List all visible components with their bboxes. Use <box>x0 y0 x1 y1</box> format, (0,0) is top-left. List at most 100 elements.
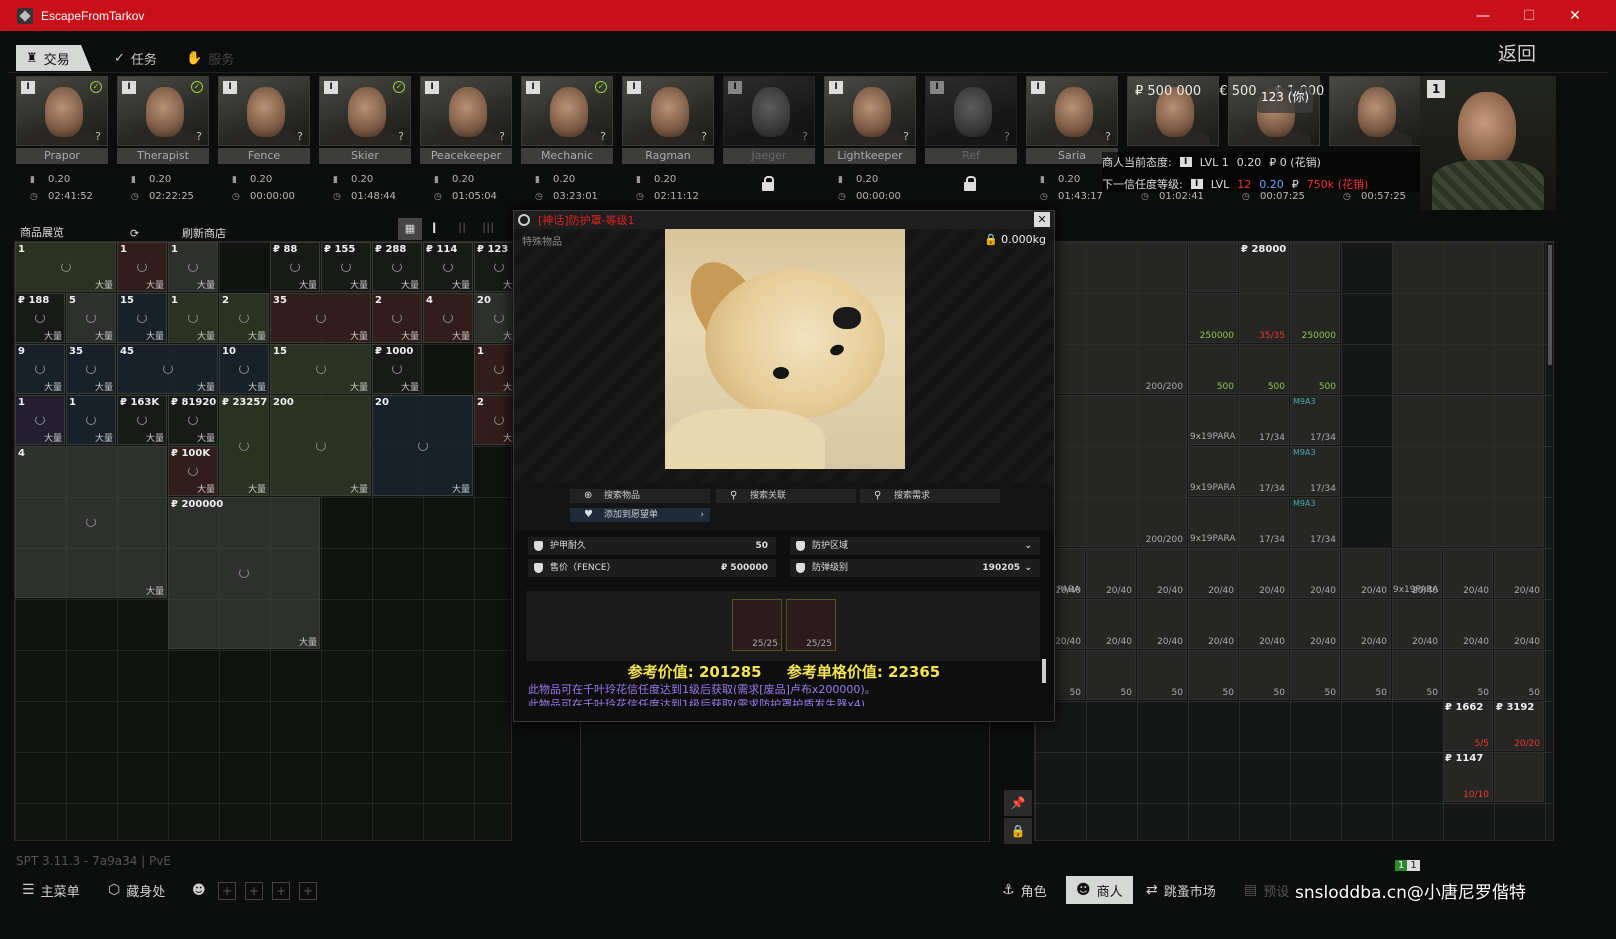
offer-item[interactable]: ₽ 88 大量 <box>270 242 320 292</box>
stash-money[interactable]: 500 <box>1290 344 1340 394</box>
search-requirements-button[interactable]: ⚲ 搜索需求 <box>860 489 1000 503</box>
player-stash-grid[interactable]: 200/200 35/35 250000 250000 500 500 500 200/200… <box>1034 241 1554 841</box>
stash-cartridge[interactable]: 50 <box>1290 650 1340 700</box>
stash-ammo-box[interactable]: 20/40 <box>1392 599 1442 649</box>
stash-cartridge[interactable]: 50 <box>1188 650 1238 700</box>
stash-ammo-box[interactable]: 20/40 <box>1341 599 1391 649</box>
add-to-wishlist-button[interactable]: ♥ 添加到愿望单 › <box>570 508 710 522</box>
offer-item[interactable]: 15 大量 <box>117 293 167 343</box>
stash-ammo-box[interactable]: 20/40 <box>1137 548 1187 598</box>
offer-item[interactable]: ₽ 188 大量 <box>15 293 65 343</box>
stash-ammo-box[interactable]: 20/40 <box>1188 599 1238 649</box>
offer-item[interactable]: 45 大量 <box>117 344 218 394</box>
offer-item[interactable]: 35 大量 <box>66 344 116 394</box>
stash-money[interactable]: 500 <box>1239 344 1289 394</box>
quick-slot[interactable]: + <box>272 882 290 900</box>
presets-button[interactable]: ▤ 预设 <box>1244 876 1289 904</box>
offer-item[interactable]: 1 大量 <box>168 293 218 343</box>
search-item-button[interactable]: ⊕ 搜索物品 <box>570 489 710 503</box>
offer-item[interactable]: 4 大量 <box>423 293 473 343</box>
maximize-button[interactable]: ☐ <box>1506 0 1552 31</box>
player-portrait[interactable]: 1 <box>1420 76 1556 210</box>
offer-item[interactable]: ₽ 81920 大量 <box>168 395 218 445</box>
offer-item[interactable]: 20 大量 <box>372 395 473 496</box>
offer-item[interactable]: 2 大量 <box>372 293 422 343</box>
stash-cartridge[interactable]: 50 <box>1086 650 1136 700</box>
description-scrollbar[interactable] <box>1042 659 1046 683</box>
stash-ammo-box[interactable]: 20/40 <box>1443 599 1493 649</box>
stash-cartridge[interactable]: 50 <box>1137 650 1187 700</box>
close-window-button[interactable]: ✕ <box>1552 0 1598 31</box>
offer-item[interactable]: 35 大量 <box>270 293 371 343</box>
stash-ammo-box[interactable]: 20/40 <box>1137 599 1187 649</box>
search-links-button[interactable]: ⚲ 搜索关联 <box>716 489 856 503</box>
stash-cartridge[interactable]: 50 <box>1392 650 1442 700</box>
offer-item[interactable]: 4 大量 <box>15 446 167 598</box>
stash-cartridge[interactable]: 50 <box>1239 650 1289 700</box>
stash-money[interactable]: 500 <box>1188 344 1238 394</box>
list-view-3-icon[interactable]: III <box>482 220 494 238</box>
trader-card-prapor[interactable]: I ✓? Prapor ▮ 0.20 ◷ 02:41:52 <box>16 76 108 210</box>
quick-slot[interactable]: + <box>245 882 263 900</box>
offer-item[interactable]: 1 大量 <box>66 395 116 445</box>
offer-item[interactable]: 1 大量 <box>15 242 116 292</box>
hideout-button[interactable]: ⬡ 藏身处 <box>108 876 165 904</box>
trader-card-peacekeeper[interactable]: I? Peacekeeper ▮ 0.20 ◷ 01:05:04 <box>420 76 512 210</box>
stash-cartridge[interactable]: 50 <box>1341 650 1391 700</box>
armor-slot[interactable]: 25/25 <box>732 599 782 651</box>
traders-button[interactable]: ☻ 商人 <box>1066 876 1133 904</box>
stash-ammo-box[interactable]: 20/40 <box>1494 599 1544 649</box>
stash-ammo-box[interactable]: 20/40 <box>1239 548 1289 598</box>
offer-item[interactable]: ₽ 288 大量 <box>372 242 422 292</box>
stash-armor[interactable]: 200/200 <box>1035 395 1187 547</box>
trader-card-therapist[interactable]: I ✓? Therapist ▮ 0.20 ◷ 02:22:25 <box>117 76 209 210</box>
stash-cartridge[interactable]: 50 <box>1494 650 1544 700</box>
offer-item[interactable]: 1 大量 <box>117 242 167 292</box>
stash-rig[interactable] <box>1392 395 1544 547</box>
trader-card-ref[interactable]: I? Ref <box>925 76 1017 210</box>
stash-ammo-box[interactable]: 20/40 <box>1290 599 1340 649</box>
lock-icon[interactable]: 🔒 <box>1004 818 1032 844</box>
stash-scrollbar[interactable] <box>1548 245 1552 365</box>
stash-bottle[interactable]: 35/35 <box>1239 242 1289 343</box>
stash-rig[interactable] <box>1392 242 1544 394</box>
offer-item[interactable]: ₽ 100K 大量 <box>168 446 218 496</box>
offer-item[interactable]: ₽ 114 大量 <box>423 242 473 292</box>
inspect-header[interactable]: [神话]防护罩-等级1 ✕ <box>514 211 1054 229</box>
stash-ammo-box[interactable]: 20/40 <box>1494 548 1544 598</box>
offer-item[interactable]: 1 大量 <box>15 395 65 445</box>
stash-cartridge[interactable]: 50 <box>1443 650 1493 700</box>
stash-ammo-box[interactable]: 20/40 <box>1443 548 1493 598</box>
stash-cap[interactable] <box>1494 752 1544 802</box>
stash-ammo-box[interactable]: 20/40 <box>1086 548 1136 598</box>
stat-armor-class[interactable]: 防弹级别 190205 ⌄ <box>790 559 1040 577</box>
trader-card-jaeger[interactable]: I? Jaeger <box>723 76 815 210</box>
back-button[interactable]: 返回 <box>1498 39 1536 66</box>
offer-item[interactable]: ₽ 163K 大量 <box>117 395 167 445</box>
list-view-2-icon[interactable]: II <box>458 220 466 238</box>
offer-item[interactable]: 5 大量 <box>66 293 116 343</box>
stash-ammo-box[interactable]: 20/40 <box>1188 548 1238 598</box>
pin-icon[interactable]: 📌 <box>1004 790 1032 816</box>
offer-item[interactable]: 15 大量 <box>270 344 371 394</box>
offer-item[interactable]: 200 大量 <box>270 395 371 496</box>
offer-item[interactable]: ₽ 23257 大量 <box>219 395 269 496</box>
tab-trade[interactable]: ♜ 交易 <box>16 45 92 71</box>
trader-card-lightkeeper[interactable]: I? Lightkeeper ▮ 0.20 ◷ 00:00:00 <box>824 76 916 210</box>
main-menu-button[interactable]: ☰ 主菜单 <box>22 876 80 904</box>
stash-ammo-box[interactable]: 20/40 <box>1239 599 1289 649</box>
offer-item[interactable]: 1 大量 <box>168 242 218 292</box>
offer-item[interactable]: ₽ 200000 大量 <box>168 497 320 649</box>
offer-item[interactable]: 10 大量 <box>219 344 269 394</box>
offer-item[interactable]: ₽ 155 大量 <box>321 242 371 292</box>
tab-tasks[interactable]: ✓ 任务 <box>104 45 167 71</box>
offer-item[interactable]: ₽ 1000 大量 <box>372 344 422 394</box>
trader-card-skier[interactable]: I ✓? Skier ▮ 0.20 ◷ 01:48:44 <box>319 76 411 210</box>
stash-cap[interactable] <box>1188 242 1238 292</box>
stash-money[interactable]: 250000 <box>1188 293 1238 343</box>
stash-ammo-box[interactable]: 20/40 <box>1086 599 1136 649</box>
stash-armor[interactable]: 200/200 <box>1035 242 1187 394</box>
grid-view-icon[interactable]: ▦ <box>398 218 422 240</box>
offer-item[interactable]: 9 大量 <box>15 344 65 394</box>
flea-market-button[interactable]: ⇄ 跳蚤市场 <box>1146 876 1216 904</box>
